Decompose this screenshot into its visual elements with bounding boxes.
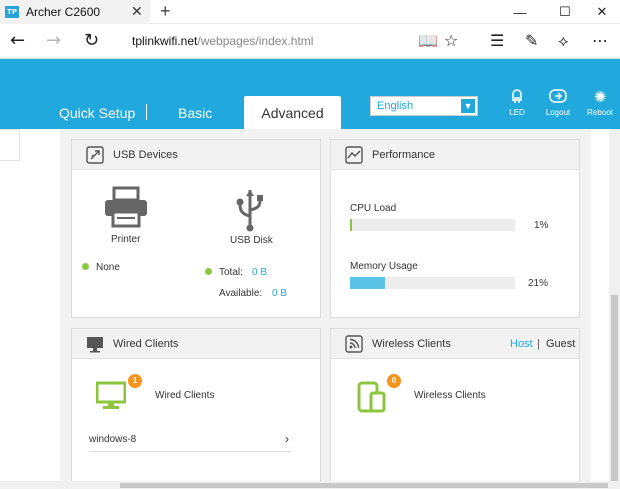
total-label: Total: [219,267,243,278]
chevron-down-icon: ▼ [461,99,475,113]
performance-header: Performance [331,140,579,170]
language-value: English [377,100,414,112]
cpu-load-label: CPU Load [350,203,397,214]
tab-advanced[interactable]: Advanced [244,96,341,129]
usb-disk-status-dot [205,268,212,275]
wireless-devices-icon [357,381,386,413]
printer-label: Printer [111,234,141,245]
performance-title: Performance [372,149,435,161]
monitor-icon [87,337,103,353]
share-icon[interactable]: ⟡ [558,31,569,51]
reboot-button[interactable]: ✺ Reboot [578,88,620,117]
url-path: /webpages/index.html [197,34,314,48]
wired-clients-label: Wired Clients [155,390,215,401]
cpu-load-value: 1% [534,220,549,231]
minimize-icon[interactable]: — [500,0,540,24]
window-close-icon[interactable]: ✕ [582,0,620,24]
refresh-icon[interactable]: ↻ [84,30,99,51]
wired-clients-count-badge: 1 [128,374,142,388]
tab-quick-setup[interactable]: Quick Setup [59,105,135,121]
reboot-label: Reboot [587,108,613,117]
sidebar-stub [0,129,20,161]
performance-chart-icon [345,146,363,164]
maximize-icon[interactable]: ☐ [545,0,585,24]
printer-status-dot [82,263,89,270]
wired-clients-panel: Wired Clients 1 Wired Clients windows-8 … [71,328,321,481]
url-host: tplinkwifi.net [132,34,198,48]
total-value: 0 B [252,267,268,278]
vertical-scrollbar[interactable] [609,129,620,483]
usb-devices-title: USB Devices [113,149,178,161]
printer-status: None [96,262,120,273]
wired-client-monitor-icon [96,381,126,409]
led-button[interactable]: LED [495,88,539,117]
cpu-load-bar [350,219,515,231]
more-menu-icon[interactable]: ⋯ [592,31,608,50]
horizontal-scroll-thumb[interactable] [120,483,608,488]
wired-client-row[interactable]: windows-8 › [89,432,291,452]
wireless-clients-label: Wireless Clients [414,390,486,401]
host-guest-separator: | [537,338,540,350]
new-tab-icon[interactable]: + [160,1,171,22]
browser-navbar: ← → ↻ tplinkwifi.net/webpages/index.html… [0,24,620,59]
forward-arrow-icon[interactable]: → [46,30,61,51]
horizontal-scrollbar[interactable] [0,481,620,489]
printer-icon [105,186,147,228]
memory-usage-value: 21% [528,278,549,289]
language-select[interactable]: English ▼ [370,96,478,116]
browser-titlebar: TP Archer C2600 ✕ + — ☐ ✕ [0,0,620,24]
web-note-icon[interactable]: ✎ [525,31,538,50]
usb-disk-label: USB Disk [230,235,273,246]
nav-separator [146,104,147,120]
chevron-right-icon: › [285,432,289,446]
logout-icon [536,88,580,106]
usb-disk-icon [236,190,263,232]
usb-panel-icon [86,146,104,164]
wireless-clients-title: Wireless Clients [372,338,451,350]
wireless-clients-count-badge: 0 [387,374,401,388]
guest-link[interactable]: Guest [546,338,575,350]
wired-clients-header: Wired Clients [72,329,320,359]
available-value: 0 B [272,288,288,299]
led-bulb-icon [495,88,539,106]
address-bar[interactable]: tplinkwifi.net/webpages/index.html [132,34,313,48]
tab-basic[interactable]: Basic [178,105,212,121]
tab-close-icon[interactable]: ✕ [131,3,143,20]
wireless-clients-header: Wireless Clients Host | Guest [331,329,579,359]
cpu-load-bar-fill [350,219,353,231]
tab-advanced-label: Advanced [261,104,324,121]
wireless-panel-icon [345,335,363,353]
wireless-clients-panel: Wireless Clients Host | Guest 0 Wireless… [330,328,580,481]
tab-title: Archer C2600 [26,5,101,19]
logout-label: Logout [545,108,571,117]
usb-devices-panel: USB Devices Printer USB Disk None Total:… [71,139,321,318]
hub-icon[interactable]: ☰ [490,31,504,50]
performance-panel: Performance CPU Load 1% Memory Usage 21% [330,139,580,318]
memory-usage-bar-fill [350,277,385,289]
host-link[interactable]: Host [510,338,533,350]
usb-devices-header: USB Devices [72,140,320,170]
vertical-scroll-thumb[interactable] [611,295,618,483]
browser-tab[interactable]: TP Archer C2600 ✕ [0,0,150,24]
wired-clients-title: Wired Clients [113,338,179,350]
back-arrow-icon[interactable]: ← [10,30,25,51]
reboot-icon: ✺ [593,88,607,106]
led-label: LED [509,108,525,117]
available-label: Available: [219,288,263,299]
wired-client-name: windows-8 [89,434,137,445]
memory-usage-label: Memory Usage [350,261,418,272]
tp-link-favicon-icon: TP [5,6,19,18]
favorite-star-icon[interactable]: ☆ [444,31,458,50]
memory-usage-bar [350,277,515,289]
reading-view-icon[interactable]: 📖 [418,31,438,50]
logout-button[interactable]: Logout [536,88,580,117]
